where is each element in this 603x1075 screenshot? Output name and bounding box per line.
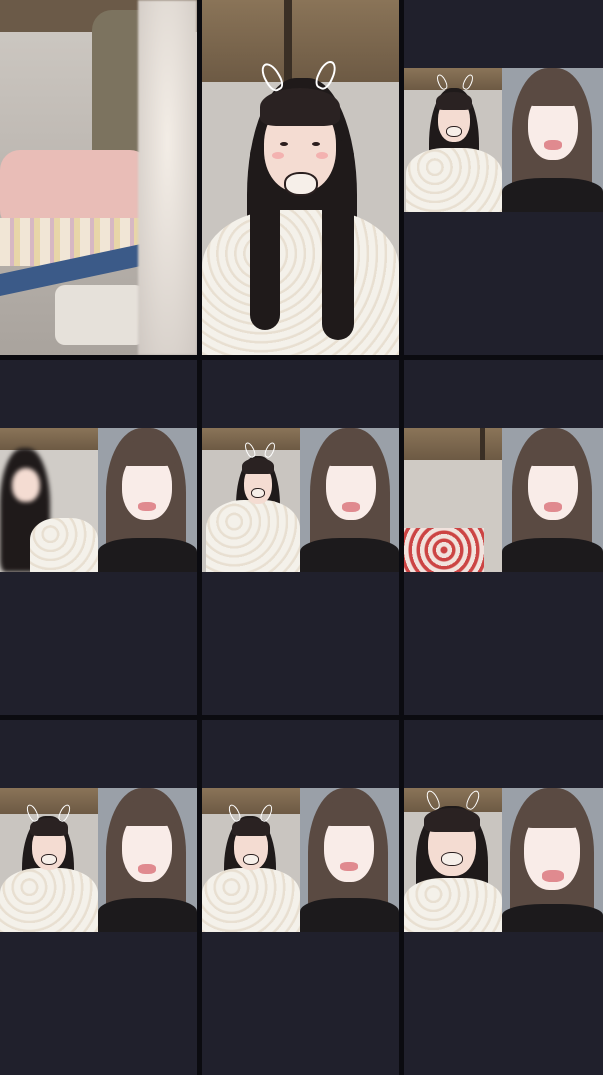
room-ceiling [0,428,98,450]
bangs [520,798,584,828]
video-tile-7[interactable] [0,720,197,1075]
bangs [524,78,582,106]
black-top [98,898,197,932]
video-feed-left [404,68,502,212]
lips [342,502,360,512]
video-tile-4[interactable] [0,360,197,715]
video-tile-9[interactable] [404,720,603,1075]
pajama-top [404,878,502,932]
video-feed-left [202,428,300,572]
video-tile-1[interactable] [0,0,197,355]
ceiling-beam [480,428,485,460]
bangs [118,800,176,826]
face-blurred [12,468,40,502]
room-ceiling [404,68,502,90]
video-tile-8[interactable] [202,720,399,1075]
pajama-top [0,868,98,932]
pajama-top [202,210,399,355]
black-top [502,538,603,572]
drawn-mouth [446,126,462,137]
drawn-mouth [441,852,463,866]
video-tile-3[interactable] [404,0,603,355]
floor-shoes [55,285,145,345]
video-feed-right [502,428,603,572]
bangs [118,440,176,466]
black-top [502,178,603,212]
drawn-mouth [243,854,259,865]
video-feed-room [0,0,197,355]
bangs [322,438,380,466]
lips [542,870,564,882]
video-feed-right [98,788,197,932]
left-blush [272,152,284,159]
black-top [502,904,603,932]
video-feed-right [502,68,603,212]
lips [138,502,156,511]
video-feed-right [502,788,603,932]
bangs [424,808,480,832]
video-grid [0,0,603,1075]
bangs [320,800,378,826]
pajama-top [206,500,300,572]
lips [138,864,156,874]
bangs [260,88,340,126]
right-blush [316,152,328,159]
bangs [524,438,582,466]
floral-bedding [404,528,484,572]
left-eye [280,142,288,146]
bangs [436,92,472,110]
pajama-top [406,148,502,212]
lips [544,140,562,150]
video-tile-5[interactable] [202,360,399,715]
black-top [300,538,399,572]
video-feed-right [300,428,399,572]
video-feed-right [300,788,399,932]
video-feed-left [202,788,300,932]
video-feed-right [98,428,197,572]
video-feed-left [404,788,502,932]
pajama-top [202,868,300,932]
drawn-mouth [251,488,265,498]
right-eye [312,142,320,146]
room-ceiling [404,428,502,460]
drawn-mouth [284,172,318,196]
black-top [98,538,197,572]
lips [544,502,562,512]
bangs [242,458,274,474]
black-top [300,898,399,932]
ceiling-beam [284,0,292,82]
room-ceiling [202,788,300,814]
room-ceiling [0,788,98,814]
pajama-top [30,518,98,572]
drawn-mouth [41,854,57,865]
video-tile-6[interactable] [404,360,603,715]
video-feed-left [0,788,98,932]
room-ceiling [202,0,399,82]
video-feed-left [0,428,98,572]
blurred-person [138,0,197,355]
lips [340,862,358,871]
video-feed-portrait [202,0,399,355]
video-feed-left [404,428,502,572]
video-tile-2[interactable] [202,0,399,355]
